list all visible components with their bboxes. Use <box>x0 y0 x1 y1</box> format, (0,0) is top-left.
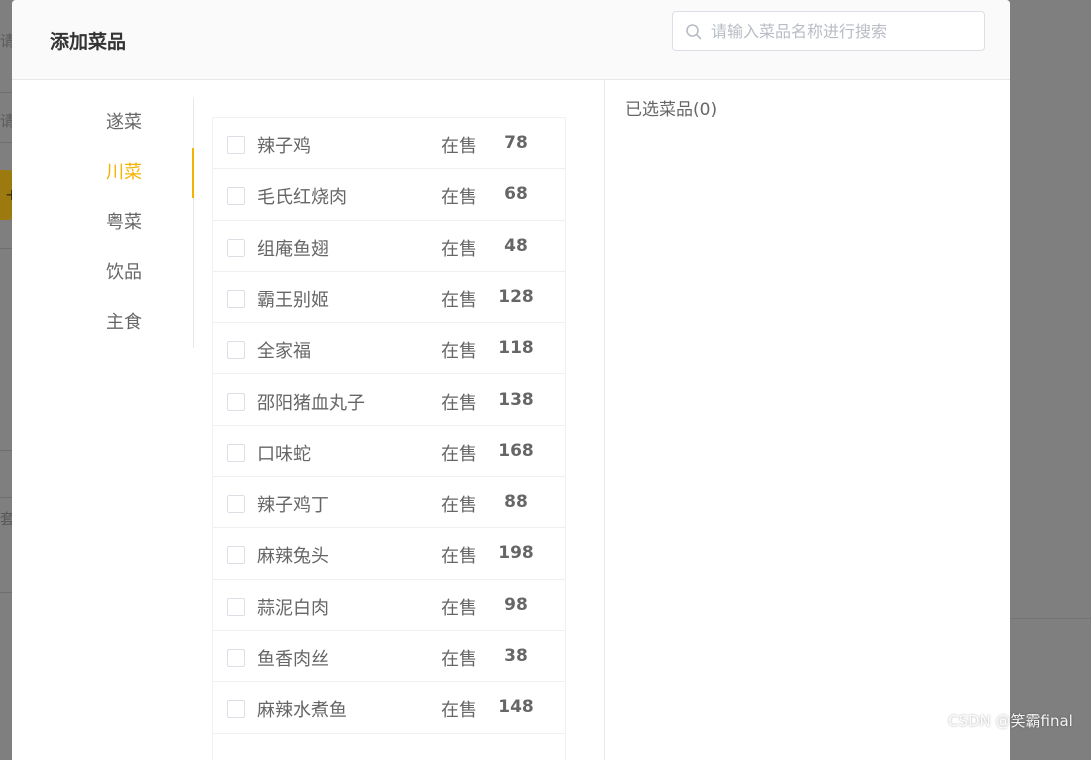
dish-row[interactable]: 邵阳猪血丸子 在售 138 <box>213 375 565 426</box>
dish-row[interactable]: 霸王别姬 在售 128 <box>213 272 565 324</box>
category-label: 饮品 <box>106 262 142 283</box>
bg-divider <box>0 248 12 249</box>
bg-fragment-text: 请 <box>0 112 16 130</box>
dish-row[interactable]: 全家福 在售 118 <box>213 323 565 375</box>
dish-checkbox[interactable] <box>227 289 245 308</box>
category-label: 主食 <box>106 312 142 333</box>
dish-name: 鱼香肉丝 <box>257 649 329 670</box>
dish-name: 毛氏红烧肉 <box>257 187 347 209</box>
bg-divider <box>1010 618 1091 619</box>
dish-name: 组庵鱼翅 <box>257 238 329 260</box>
dish-row[interactable]: 口味蛇 在售 168 <box>213 426 565 478</box>
dish-status: 在售 <box>441 289 477 311</box>
dish-name: 蒜泥白肉 <box>257 597 329 619</box>
dish-checkbox[interactable] <box>227 597 245 616</box>
dish-price: 48 <box>504 235 528 256</box>
dish-row[interactable]: 辣子鸡丁 在售 88 <box>213 477 565 529</box>
dish-row[interactable]: 蒜泥白肉 在售 98 <box>213 580 565 631</box>
dish-name: 辣子鸡 <box>257 136 311 157</box>
bg-divider <box>0 497 12 498</box>
bg-divider <box>0 450 12 451</box>
bg-fragment-text: 请 <box>0 32 16 50</box>
category-item[interactable]: 粤菜 <box>12 198 194 248</box>
dish-row[interactable]: 辣子鸡 在售 78 <box>213 118 565 170</box>
dish-checkbox[interactable] <box>227 700 245 719</box>
selected-dishes-title: 已选菜品(0) <box>625 100 718 120</box>
bg-divider <box>0 92 12 93</box>
dish-price: 138 <box>498 389 534 410</box>
dish-price: 88 <box>504 492 528 513</box>
dish-checkbox[interactable] <box>227 495 245 514</box>
dish-price: 128 <box>498 286 534 307</box>
dish-checkbox[interactable] <box>227 341 245 360</box>
dish-price: 68 <box>504 184 528 205</box>
dish-name: 口味蛇 <box>257 443 311 465</box>
active-category-indicator <box>192 148 194 198</box>
dish-row[interactable]: 组庵鱼翅 在售 48 <box>213 221 565 272</box>
dish-list: 辣子鸡 在售 78 毛氏红烧肉 在售 68 组庵鱼翅 在售 48 霸王别姬 在售… <box>212 117 566 760</box>
dish-status: 在售 <box>441 187 477 209</box>
dish-status: 在售 <box>441 443 477 465</box>
bg-divider <box>0 592 12 593</box>
dish-price: 118 <box>498 338 534 359</box>
category-label: 粤菜 <box>106 212 142 233</box>
category-label: 川菜 <box>106 162 142 183</box>
bg-add-button: + <box>0 170 18 220</box>
dish-price: 198 <box>498 543 534 564</box>
dish-name: 麻辣水煮鱼 <box>257 700 347 722</box>
dish-checkbox[interactable] <box>227 649 245 667</box>
dialog-header: 添加菜品 <box>12 0 1010 80</box>
dish-row[interactable]: 毛氏红烧肉 在售 68 <box>213 169 565 221</box>
dish-checkbox[interactable] <box>227 392 245 411</box>
dish-checkbox[interactable] <box>227 136 245 154</box>
category-item[interactable]: 遂菜 <box>12 98 194 148</box>
dish-price: 168 <box>498 440 534 461</box>
dish-name: 霸王别姬 <box>257 289 329 311</box>
dish-name: 全家福 <box>257 341 311 363</box>
dish-checkbox[interactable] <box>227 546 245 565</box>
dish-name: 邵阳猪血丸子 <box>257 392 365 414</box>
search-icon <box>686 24 702 40</box>
dish-price: 38 <box>504 646 528 666</box>
dish-status: 在售 <box>441 136 477 157</box>
dish-status: 在售 <box>441 546 477 568</box>
dish-checkbox[interactable] <box>227 238 245 257</box>
category-label: 遂菜 <box>106 112 142 133</box>
dish-row[interactable]: 麻辣兔头 在售 198 <box>213 528 565 580</box>
dish-checkbox[interactable] <box>227 187 245 206</box>
category-nav: 遂菜 川菜 粤菜 饮品 主食 <box>12 98 194 348</box>
category-item-active[interactable]: 川菜 <box>12 148 194 198</box>
dish-checkbox[interactable] <box>227 443 245 462</box>
dish-name: 辣子鸡丁 <box>257 495 329 517</box>
dish-status: 在售 <box>441 495 477 517</box>
dish-row[interactable]: 麻辣水煮鱼 在售 148 <box>213 682 565 734</box>
dish-status: 在售 <box>441 392 477 414</box>
dish-status: 在售 <box>441 341 477 363</box>
dish-row[interactable]: 鱼香肉丝 在售 38 <box>213 631 565 683</box>
watermark: CSDN @笑霸final <box>948 712 1073 730</box>
dish-status: 在售 <box>441 700 477 722</box>
panel-divider <box>604 80 605 760</box>
category-item[interactable]: 主食 <box>12 298 194 348</box>
dish-price: 98 <box>504 594 528 615</box>
dish-status: 在售 <box>441 238 477 260</box>
category-item[interactable]: 饮品 <box>12 248 194 298</box>
dish-search-input[interactable] <box>711 13 979 49</box>
bg-divider <box>0 142 12 143</box>
search-box[interactable] <box>672 11 985 51</box>
dish-name: 麻辣兔头 <box>257 546 329 568</box>
dish-price: 148 <box>498 697 534 718</box>
bg-fragment-text: 套 <box>0 510 16 528</box>
dish-price: 78 <box>504 133 528 153</box>
dish-status: 在售 <box>441 649 477 670</box>
add-dish-dialog: 添加菜品 遂菜 川菜 粤菜 饮品 主食 辣子鸡 在售 78 毛氏红烧肉 在售 6… <box>12 0 1010 760</box>
dialog-title: 添加菜品 <box>50 31 127 53</box>
dish-status: 在售 <box>441 597 477 619</box>
